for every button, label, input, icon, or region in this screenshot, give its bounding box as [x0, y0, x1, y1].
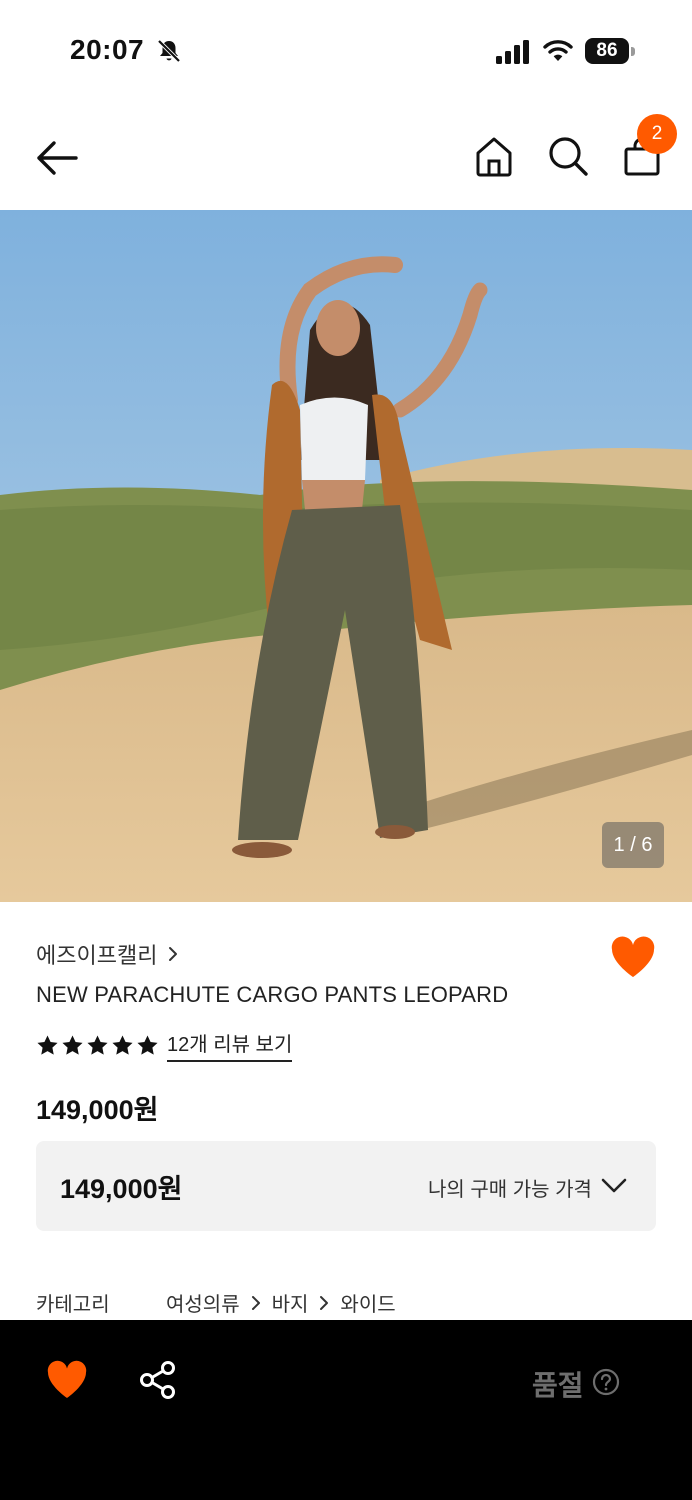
star-icon	[87, 1034, 108, 1055]
reviews-link[interactable]: 12개 리뷰 보기	[167, 1028, 293, 1062]
status-bar: 20:07 86	[0, 0, 692, 100]
wifi-icon	[543, 40, 573, 61]
product-image[interactable]	[0, 210, 692, 902]
chevron-right-icon	[320, 1295, 329, 1310]
my-price-amount: 149,000원	[60, 1174, 183, 1204]
category-crumb[interactable]: 여성의류	[166, 1288, 240, 1317]
category-label: 카테고리	[36, 1294, 110, 1316]
battery-icon: 86	[585, 38, 635, 64]
product-photo	[0, 210, 692, 902]
star-rating	[36, 1034, 159, 1057]
bell-muted-icon	[157, 39, 181, 63]
status-time: 20:07	[70, 34, 145, 65]
category-breadcrumb: 카테고리 여성의류 바지 와이드	[36, 1288, 396, 1317]
my-price-dropdown[interactable]: 149,000원 나의 구매 가능 가격	[36, 1141, 656, 1231]
product-title: NEW PARACHUTE CARGO PANTS LEOPARD	[36, 982, 509, 1007]
star-icon	[112, 1034, 133, 1055]
rating-row: 12개 리뷰 보기	[36, 1028, 293, 1062]
share-icon[interactable]	[138, 1360, 178, 1400]
cart-count-badge[interactable]: 2	[637, 114, 677, 154]
search-icon[interactable]	[546, 134, 590, 178]
chevron-down-icon	[601, 1178, 627, 1193]
help-circle-icon[interactable]	[592, 1368, 620, 1396]
chevron-right-icon	[169, 947, 178, 961]
signal-icon	[496, 40, 529, 64]
battery-level: 86	[585, 38, 629, 64]
back-arrow-icon[interactable]	[34, 138, 80, 178]
heart-icon[interactable]	[610, 936, 656, 978]
chevron-right-icon	[251, 1295, 260, 1310]
my-price-label: 나의 구매 가능 가격	[428, 1179, 592, 1201]
category-crumb[interactable]: 와이드	[340, 1288, 395, 1317]
heart-icon[interactable]	[46, 1360, 88, 1400]
home-icon[interactable]	[472, 134, 516, 178]
bottom-action-bar: 품절	[0, 1320, 692, 1500]
soldout-label: 품절	[532, 1370, 584, 1401]
star-icon	[37, 1034, 58, 1055]
star-icon	[137, 1034, 158, 1055]
category-crumb[interactable]: 바지	[272, 1288, 309, 1317]
star-icon	[62, 1034, 83, 1055]
image-counter: 1 / 6	[602, 822, 664, 868]
brand-name: 에즈이프캘리	[36, 943, 158, 968]
product-price: 149,000원	[36, 1095, 159, 1125]
brand-link[interactable]: 에즈이프캘리	[36, 938, 179, 970]
top-nav	[0, 110, 692, 210]
